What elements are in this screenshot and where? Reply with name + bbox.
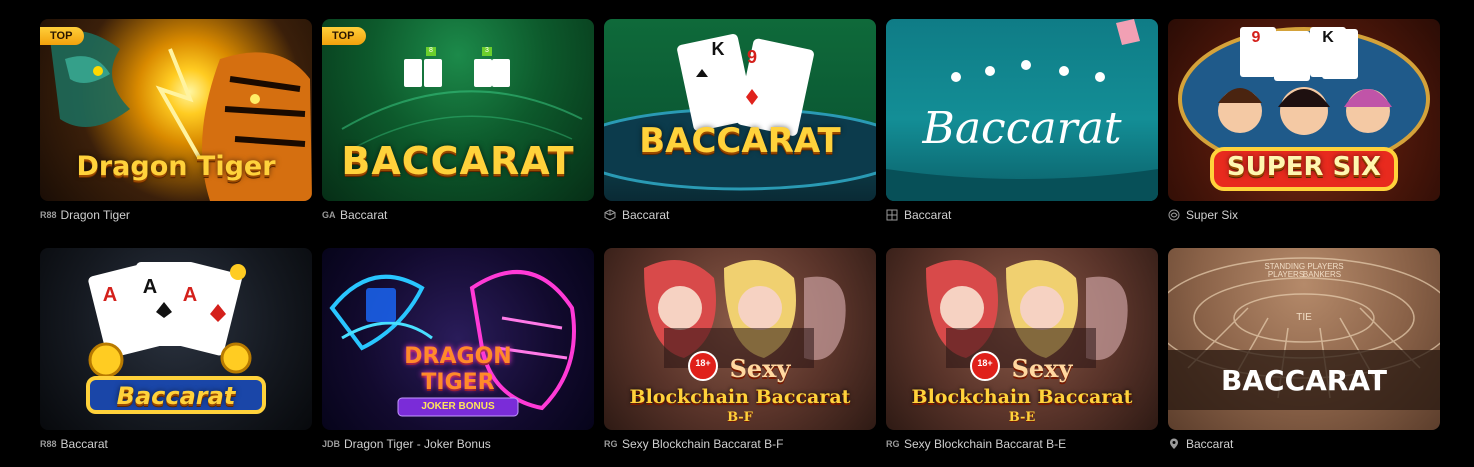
- art-title-line-3: B-E: [1008, 410, 1036, 425]
- art-title-line-2: TIGER: [421, 370, 495, 395]
- game-card-sexy-blockchain-be[interactable]: 18+ Sexy Blockchain Baccarat B-E RG Sexy…: [886, 248, 1158, 452]
- game-title[interactable]: Super Six: [1186, 208, 1238, 222]
- art-title-line-1: Sexy: [729, 354, 791, 383]
- game-title[interactable]: Dragon Tiger: [61, 208, 130, 222]
- table-label-bankers: BANKERS: [1302, 270, 1342, 279]
- game-thumbnail[interactable]: STANDING PLAYERS PLAYERS BANKERS TIE BAC…: [1168, 248, 1440, 430]
- game-card-baccarat-green[interactable]: TOP 8 3 BACCARAT GA Baccarat: [322, 19, 594, 223]
- top-badge: TOP: [40, 27, 85, 45]
- art-title-line-2: Blockchain Baccarat: [629, 386, 851, 408]
- game-title[interactable]: Dragon Tiger - Joker Bonus: [344, 437, 491, 451]
- provider-logo-r88: R88: [40, 210, 57, 220]
- art-title: Baccarat: [922, 103, 1122, 154]
- game-card-baccarat-cards[interactable]: K 9 BACCARAT Baccarat: [604, 19, 876, 223]
- game-thumbnail[interactable]: Baccarat: [886, 19, 1158, 201]
- provider-logo-cube-icon: [604, 209, 618, 221]
- card-9: 9: [746, 47, 757, 67]
- art-subtitle: JOKER BONUS: [421, 401, 495, 412]
- cards-art: [604, 33, 876, 191]
- game-title[interactable]: Sexy Blockchain Baccarat B-E: [904, 437, 1066, 451]
- game-thumbnail[interactable]: TOP 8 3 BACCARAT: [322, 19, 594, 201]
- game-title[interactable]: Baccarat: [340, 208, 387, 222]
- game-title[interactable]: Baccarat: [1186, 437, 1233, 451]
- game-title[interactable]: Baccarat: [622, 208, 669, 222]
- art-title: Baccarat: [116, 382, 236, 410]
- game-thumbnail[interactable]: A A A Baccarat: [40, 248, 312, 430]
- art-title-line-3: B-F: [727, 410, 753, 425]
- provider-logo-r88: R88: [40, 439, 57, 449]
- game-thumbnail[interactable]: 18+ Sexy Blockchain Baccarat B-F: [604, 248, 876, 430]
- card-9: 9: [1251, 29, 1261, 46]
- game-thumbnail[interactable]: DRAGON TIGER JOKER BONUS: [322, 248, 594, 430]
- provider-logo-jdb: JDB: [322, 439, 341, 449]
- banker-score: 3: [485, 47, 489, 54]
- art-title: Dragon Tiger: [76, 151, 276, 182]
- art-title-line-1: DRAGON: [404, 344, 512, 369]
- card-k: K: [1322, 29, 1334, 46]
- art-title: BACCARAT: [341, 139, 575, 183]
- game-card-sexy-blockchain-bf[interactable]: 18+ Sexy Blockchain Baccarat B-F RG Sexy…: [604, 248, 876, 452]
- game-card-super-six[interactable]: 9 K SUPER SIX Super Six: [1168, 19, 1440, 223]
- provider-logo-rg: RG: [886, 439, 900, 449]
- game-title[interactable]: Baccarat: [904, 208, 951, 222]
- art-title-line-2: Blockchain Baccarat: [911, 386, 1133, 408]
- table-label-tie: TIE: [1296, 312, 1312, 323]
- game-card-baccarat-table[interactable]: STANDING PLAYERS PLAYERS BANKERS TIE BAC…: [1168, 248, 1440, 452]
- provider-logo-ga: GA: [322, 210, 336, 220]
- game-thumbnail[interactable]: 9 K SUPER SIX: [1168, 19, 1440, 201]
- provider-logo-pin-icon: [1168, 438, 1182, 450]
- card-ace-3: A: [182, 284, 198, 306]
- art-title-line-1: Sexy: [1011, 354, 1073, 383]
- game-card-dragon-tiger-joker[interactable]: DRAGON TIGER JOKER BONUS JDB Dragon Tige…: [322, 248, 594, 452]
- provider-logo-swirl-icon: [1168, 209, 1182, 221]
- game-title[interactable]: Sexy Blockchain Baccarat B-F: [622, 437, 783, 451]
- card-ace-2: A: [142, 276, 158, 298]
- provider-logo-grid-icon: [886, 209, 900, 221]
- game-title[interactable]: Baccarat: [61, 437, 108, 451]
- game-card-dragon-tiger[interactable]: TOP Dragon Tiger R88 Dragon Tiger: [40, 19, 312, 223]
- player-score: 8: [429, 47, 433, 54]
- game-thumbnail[interactable]: TOP Dragon Tiger: [40, 19, 312, 201]
- art-title: BACCARAT: [639, 121, 841, 161]
- provider-logo-rg: RG: [604, 439, 618, 449]
- art-title: SUPER SIX: [1226, 152, 1382, 182]
- game-card-baccarat-aces[interactable]: A A A Baccarat R88 Baccarat: [40, 248, 312, 452]
- top-badge: TOP: [322, 27, 367, 45]
- card-ace-1: A: [102, 284, 118, 306]
- game-card-baccarat-teal[interactable]: Baccarat Baccarat: [886, 19, 1158, 223]
- game-thumbnail[interactable]: 18+ Sexy Blockchain Baccarat B-E: [886, 248, 1158, 430]
- card-k: K: [711, 39, 725, 59]
- art-title: BACCARAT: [1221, 364, 1387, 397]
- game-thumbnail[interactable]: K 9 BACCARAT: [604, 19, 876, 201]
